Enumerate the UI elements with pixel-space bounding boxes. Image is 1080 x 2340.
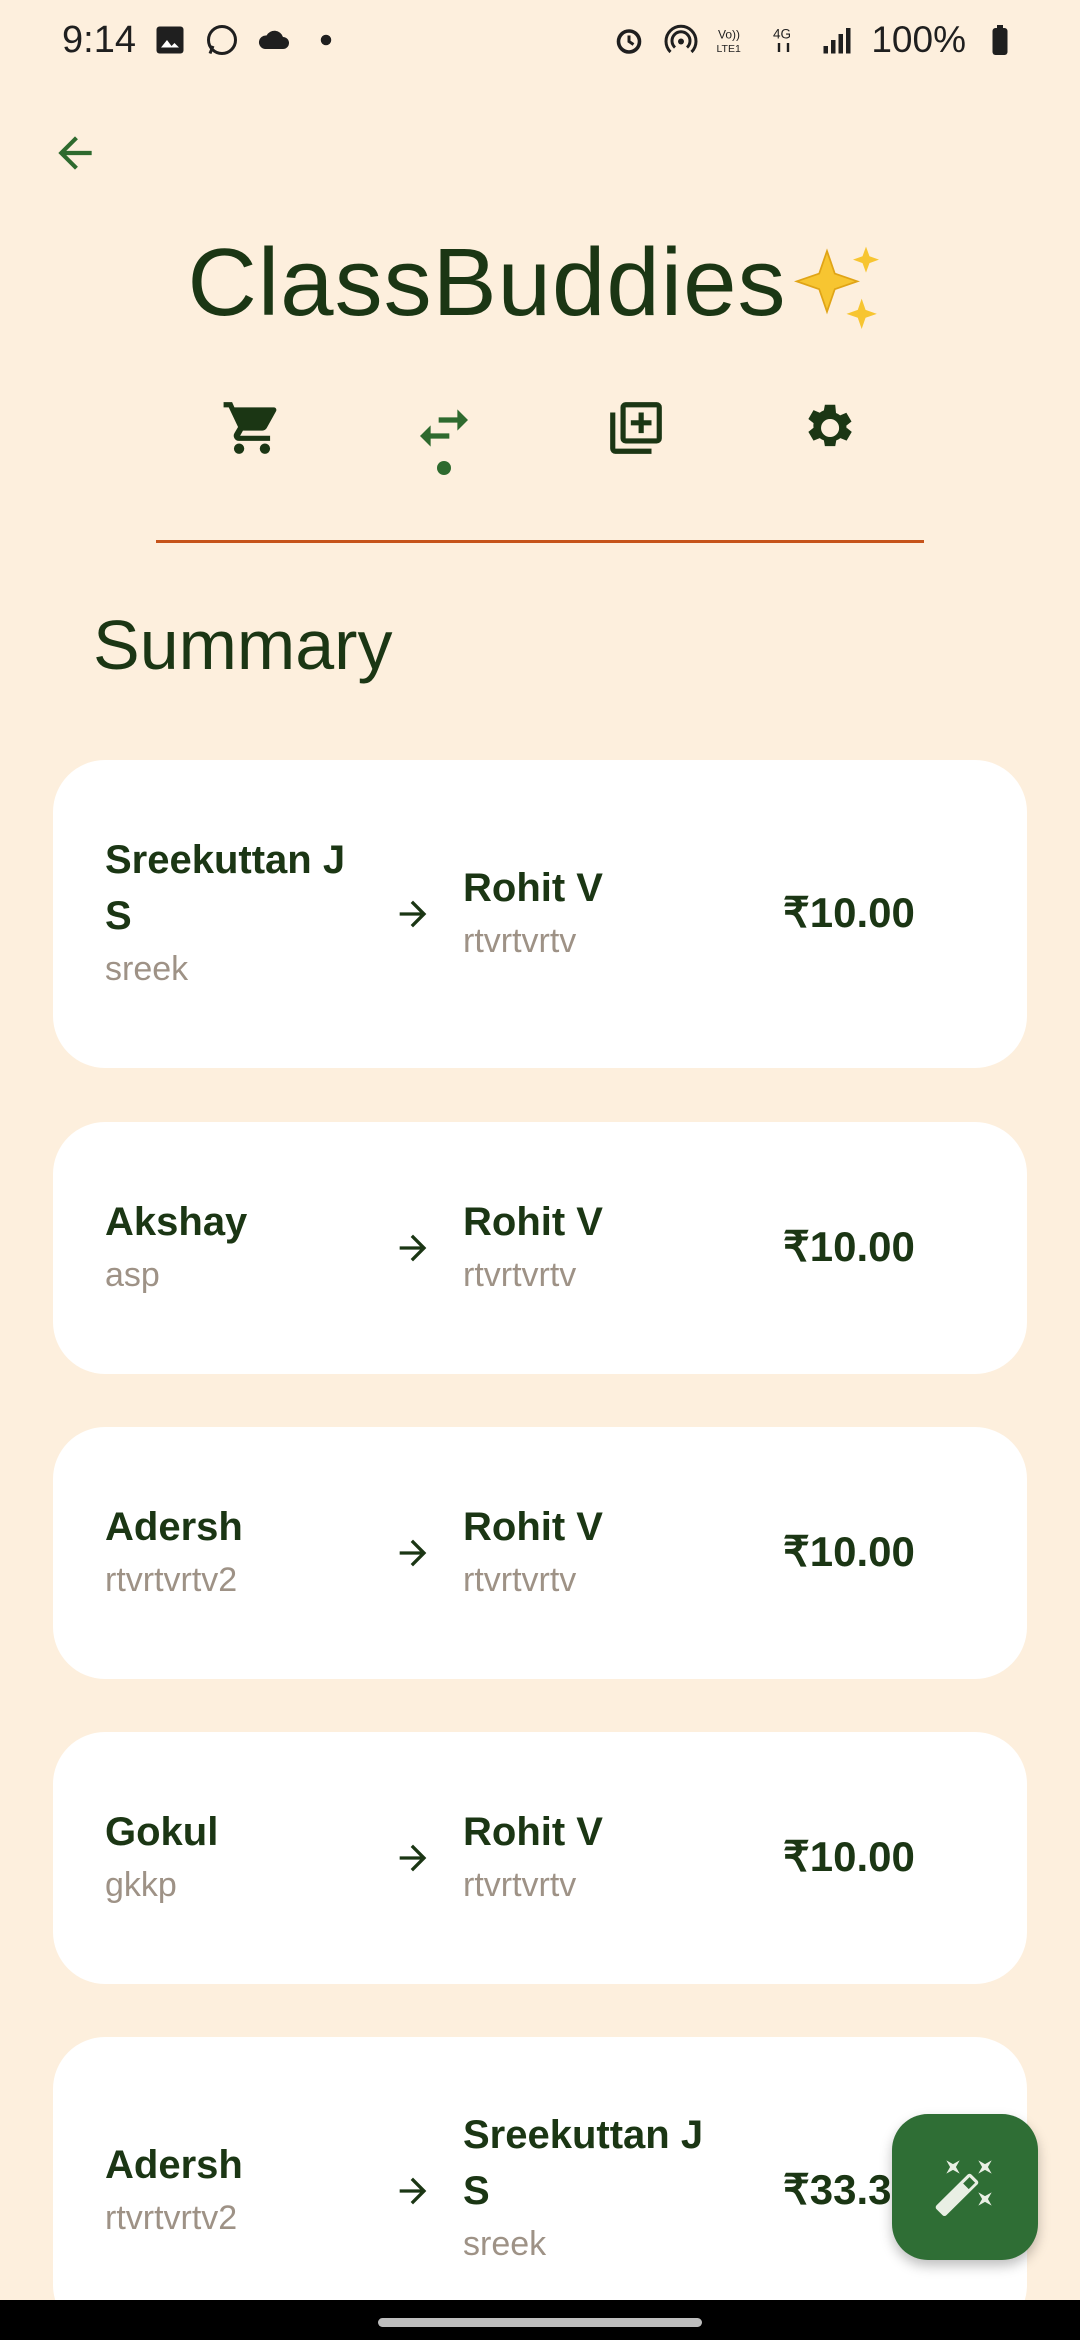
note-add-icon <box>610 402 662 454</box>
to-username: rtvrtvrtv <box>463 1256 577 1294</box>
sparkles-icon <box>794 246 880 329</box>
from-name: Akshay <box>105 1200 248 1244</box>
gear-icon <box>808 404 852 447</box>
transaction-card[interactable]: Adersh rtvrtvrtv2 Rohit V rtvrtvrtv ₹10.… <box>53 1427 1027 1679</box>
to-person: Rohit V rtvrtvrtv <box>463 1194 733 1298</box>
to-name: Rohit V <box>463 1505 603 1549</box>
status-time: 9:14 <box>62 18 136 61</box>
to-person: Rohit V rtvrtvrtv <box>463 860 733 964</box>
tab-bar <box>0 388 1080 488</box>
gesture-handle[interactable] <box>378 2318 702 2327</box>
battery-level: 100% <box>871 19 966 60</box>
to-name: Rohit V <box>463 866 603 910</box>
arrow-right-icon <box>399 1234 427 1262</box>
from-name: Adersh <box>105 2143 243 2187</box>
to-name: Sreekuttan J S <box>463 2113 704 2213</box>
swap-arrows-icon <box>420 409 468 447</box>
transaction-card[interactable]: Adersh rtvrtvrtv2 Sreekuttan J S sreek ₹… <box>53 2037 1027 2337</box>
to-name: Rohit V <box>463 1200 603 1244</box>
to-username: rtvrtvrtv <box>463 922 577 960</box>
tab-transactions[interactable] <box>404 388 484 468</box>
transaction-card[interactable]: Sreekuttan J S sreek Rohit V rtvrtvrtv ₹… <box>53 760 1027 1068</box>
from-username: rtvrtvrtv2 <box>105 2199 238 2237</box>
from-person: Sreekuttan J S sreek <box>105 832 365 992</box>
back-button[interactable] <box>40 118 110 188</box>
amount: ₹10.00 <box>783 889 915 936</box>
tab-add-note[interactable] <box>596 388 676 468</box>
transaction-card[interactable]: Akshay asp Rohit V rtvrtvrtv ₹10.00 <box>53 1122 1027 1374</box>
auto-settle-fab[interactable] <box>892 2114 1038 2260</box>
gallery-icon <box>156 26 184 54</box>
header-divider <box>156 540 924 543</box>
volte-icon: Vo))LTE1 <box>717 28 741 56</box>
app-title-text: ClassBuddies <box>187 229 787 336</box>
magic-wand-icon <box>935 2160 992 2217</box>
from-username: asp <box>105 1256 160 1294</box>
amount: ₹10.00 <box>783 1528 915 1575</box>
from-username: sreek <box>105 950 189 988</box>
to-person: Rohit V rtvrtvrtv <box>463 1804 733 1908</box>
to-name: Rohit V <box>463 1810 603 1854</box>
arrow-right-icon <box>399 900 427 928</box>
arrow-right-icon <box>399 2177 427 2205</box>
from-person: Akshay asp <box>105 1194 365 1298</box>
tab-cart[interactable] <box>212 388 292 468</box>
tab-settings[interactable] <box>788 388 868 468</box>
dot-icon <box>320 34 332 46</box>
from-name: Gokul <box>105 1810 219 1854</box>
svg-text:4G: 4G <box>773 27 791 42</box>
from-username: gkkp <box>105 1866 177 1904</box>
selected-tab-indicator <box>437 461 451 475</box>
to-person: Sreekuttan J S sreek <box>463 2107 733 2267</box>
to-username: rtvrtvrtv <box>463 1561 577 1599</box>
arrow-right-icon <box>399 1539 427 1567</box>
cloud-icon <box>258 30 289 49</box>
svg-text:LTE1: LTE1 <box>717 43 741 55</box>
from-username: rtvrtvrtv2 <box>105 1561 238 1599</box>
battery-icon <box>992 25 1008 55</box>
from-name: Adersh <box>105 1505 243 1549</box>
amount: ₹10.00 <box>783 1223 915 1270</box>
to-person: Rohit V rtvrtvrtv <box>463 1499 733 1603</box>
from-person: Adersh rtvrtvrtv2 <box>105 2137 365 2241</box>
status-bar: 9:14 Vo)) LTE1 4G 100% <box>0 0 1080 80</box>
amount: ₹10.00 <box>783 1833 915 1880</box>
transaction-card[interactable]: Gokul gkkp Rohit V rtvrtvrtv ₹10.00 <box>53 1732 1027 1984</box>
svg-text:Vo)): Vo)) <box>718 28 740 42</box>
from-person: Gokul gkkp <box>105 1804 365 1908</box>
arrow-right-icon <box>399 1844 427 1872</box>
cart-icon <box>223 402 277 454</box>
alarm-icon <box>617 29 642 54</box>
hotspot-icon <box>664 24 698 54</box>
arrow-back-icon <box>58 136 92 170</box>
whatsapp-icon <box>206 25 237 55</box>
network-4g-icon: 4G <box>773 27 791 52</box>
from-name: Sreekuttan J S <box>105 838 346 938</box>
to-username: rtvrtvrtv <box>463 1866 577 1904</box>
signal-icon <box>823 28 851 54</box>
section-title: Summary <box>93 606 393 684</box>
from-person: Adersh rtvrtvrtv2 <box>105 1499 365 1603</box>
to-username: sreek <box>463 2225 547 2263</box>
app-title: ClassBuddies <box>0 228 1080 342</box>
